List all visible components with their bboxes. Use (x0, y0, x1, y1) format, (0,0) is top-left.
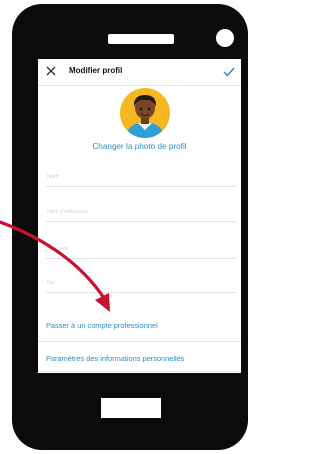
checkmark-icon[interactable] (222, 65, 236, 78)
username-field[interactable]: Nom d'utilisateur (46, 195, 236, 222)
website-field[interactable]: Site web (46, 232, 236, 259)
name-field[interactable]: Nom (46, 160, 236, 187)
username-field-placeholder: Nom d'utilisateur (47, 209, 88, 215)
professional-account-link[interactable]: Passer à un compte professionnel (46, 315, 241, 337)
personal-info-settings-link[interactable]: Paramètres des informations personnelles (46, 348, 241, 370)
top-bar: Modifier profil (38, 59, 241, 86)
stage: Modifier profil Changer la photo de prof… (0, 0, 258, 454)
website-field-placeholder: Site web (47, 246, 69, 252)
phone-speaker (108, 34, 174, 44)
page-title: Modifier profil (69, 66, 123, 75)
name-field-placeholder: Nom (47, 174, 59, 180)
phone-camera (216, 29, 234, 47)
close-icon[interactable] (44, 64, 58, 78)
avatar[interactable] (119, 87, 171, 139)
change-photo-link[interactable]: Changer la photo de profil (38, 142, 241, 151)
bio-field-placeholder: Bio (47, 280, 55, 286)
phone-frame: Modifier profil Changer la photo de prof… (12, 4, 248, 450)
divider (38, 341, 241, 342)
home-button[interactable] (101, 398, 161, 418)
phone-screen: Modifier profil Changer la photo de prof… (38, 59, 241, 373)
bio-field[interactable]: Bio (46, 266, 236, 293)
divider (38, 371, 241, 372)
